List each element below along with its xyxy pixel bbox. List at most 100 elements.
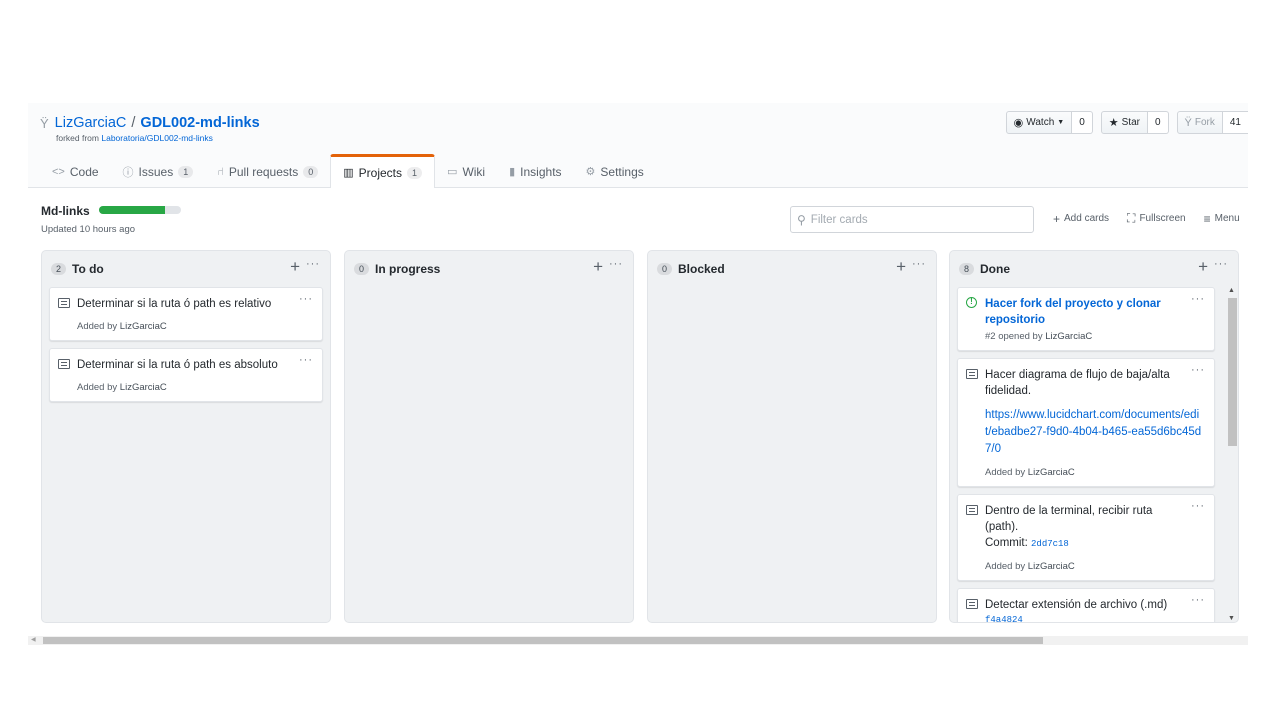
menu-button[interactable]: ≡ Menu [1204, 211, 1240, 226]
triangle-down-icon: ▼ [1057, 119, 1065, 126]
tab-projects-count: 1 [407, 166, 423, 179]
board-scrollbar-thumb[interactable] [43, 637, 1043, 644]
repo-header: Ÿ LizGarciaC / GDL002-md-links forked fr… [28, 103, 1248, 188]
card-author-link[interactable]: LizGarciaC [120, 382, 167, 393]
repository-page: Ÿ LizGarciaC / GDL002-md-links forked fr… [28, 103, 1248, 645]
fork-count[interactable]: 41 [1222, 111, 1248, 134]
card-author-link[interactable]: LizGarciaC [1028, 467, 1075, 478]
card-note-text: Determinar si la ruta ó path es absoluto [77, 359, 278, 371]
fullscreen-button[interactable]: ⛶ Fullscreen [1127, 211, 1186, 226]
add-card-plus-icon[interactable]: + [593, 257, 603, 277]
column-scrollbar[interactable]: ▲ ▼ [1226, 287, 1238, 622]
tab-pull-requests-label: Pull requests [228, 164, 299, 179]
forked-from-label: forked from [56, 133, 99, 143]
fork-label: Fork [1194, 117, 1215, 128]
column-menu-kebab-icon[interactable]: ··· [609, 258, 623, 270]
card-author-link[interactable]: LizGarciaC [120, 321, 167, 332]
card-note-link[interactable]: https://www.lucidchart.com/documents/edi… [985, 407, 1204, 458]
tab-wiki[interactable]: ▭ Wiki [435, 155, 497, 188]
add-card-plus-icon[interactable]: + [896, 257, 906, 277]
scroll-down-arrow-icon[interactable]: ▼ [1228, 615, 1235, 622]
filter-cards-input[interactable] [810, 213, 1011, 226]
card-menu-kebab-icon[interactable]: ··· [1191, 500, 1205, 512]
column-scrollbar-thumb[interactable] [1228, 298, 1237, 446]
tab-code[interactable]: <> Code [40, 155, 111, 188]
filter-cards-box: ⚲ [790, 206, 1034, 233]
tab-pull-requests[interactable]: ⑁ Pull requests 0 [205, 155, 330, 188]
card-author-link[interactable]: LizGarciaC [1045, 331, 1092, 342]
star-button[interactable]: ★ Star [1100, 111, 1148, 134]
project-card-issue[interactable]: ! ··· Hacer fork del proyecto y clonar r… [957, 287, 1215, 351]
column-card-count: 2 [51, 263, 67, 275]
card-menu-kebab-icon[interactable]: ··· [1191, 364, 1205, 376]
board-horizontal-scrollbar[interactable]: ◀ [28, 636, 1248, 645]
note-icon [966, 505, 978, 515]
project-card[interactable]: ··· Determinar si la ruta ó path es rela… [49, 287, 323, 341]
card-commit-label: Commit: [985, 537, 1028, 549]
column-title[interactable]: Done [980, 262, 1010, 276]
card-menu-kebab-icon[interactable]: ··· [299, 354, 313, 366]
tab-settings[interactable]: ⚙ Settings [574, 155, 656, 188]
tab-insights[interactable]: ▮ Insights [497, 155, 573, 188]
scroll-up-arrow-icon[interactable]: ▲ [1228, 287, 1235, 294]
column-menu-kebab-icon[interactable]: ··· [306, 258, 320, 270]
watch-count[interactable]: 0 [1072, 111, 1093, 134]
fork-button[interactable]: Ÿ Fork [1176, 111, 1223, 134]
column-title[interactable]: To do [72, 262, 104, 276]
card-issue-opened-label: #2 opened by [985, 331, 1043, 342]
column-blocked: 0 Blocked + ··· [647, 250, 937, 623]
card-commit-sha-link[interactable]: 2dd7c18 [1031, 539, 1069, 549]
note-icon [58, 298, 70, 308]
column-menu-kebab-icon[interactable]: ··· [912, 258, 926, 270]
project-card[interactable]: ··· Dentro de la terminal, recibir ruta … [957, 494, 1215, 581]
project-card[interactable]: ··· Determinar si la ruta ó path es abso… [49, 348, 323, 402]
repo-name-link[interactable]: GDL002-md-links [140, 115, 259, 131]
project-card[interactable]: ··· Hacer diagrama de flujo de baja/alta… [957, 358, 1215, 487]
card-menu-kebab-icon[interactable]: ··· [1191, 594, 1205, 606]
project-toolbar: + Add cards ⛶ Fullscreen ≡ Menu [1053, 211, 1240, 226]
add-card-plus-icon[interactable]: + [1198, 257, 1208, 277]
column-title[interactable]: Blocked [678, 262, 725, 276]
repo-owner-link[interactable]: LizGarciaC [55, 115, 127, 131]
card-menu-kebab-icon[interactable]: ··· [1191, 293, 1205, 305]
card-issue-title-link[interactable]: Hacer fork del proyecto y clonar reposit… [985, 296, 1204, 328]
tab-pull-requests-count: 0 [303, 165, 319, 178]
tab-issues[interactable]: ⓘ Issues 1 [111, 155, 206, 188]
project-name[interactable]: Md-links [41, 204, 90, 218]
column-cards: ! ··· Hacer fork del proyecto y clonar r… [957, 287, 1215, 622]
add-card-plus-icon[interactable]: + [290, 257, 300, 277]
repo-title: Ÿ LizGarciaC / GDL002-md-links [40, 115, 260, 131]
column-header: 2 To do + ··· [42, 251, 330, 285]
code-icon: <> [52, 165, 65, 178]
star-count[interactable]: 0 [1147, 111, 1169, 134]
tab-projects[interactable]: ▥ Projects 1 [330, 154, 436, 188]
graph-icon: ▮ [509, 166, 516, 178]
project-progress-bar [99, 206, 181, 214]
project-progress-fill [99, 206, 165, 214]
repo-actions: ◉ Watch ▼ 0 ★ Star 0 Ÿ Fork 41 [1005, 111, 1248, 134]
forked-source-link[interactable]: Laboratoria/GDL002-md-links [101, 133, 213, 143]
card-added-by: Added by LizGarciaC [77, 321, 312, 332]
project-card[interactable]: ··· Detectar extensión de archivo (.md) … [957, 588, 1215, 622]
column-title[interactable]: In progress [375, 262, 440, 276]
star-icon: ★ [1108, 117, 1119, 129]
scroll-left-arrow-icon[interactable]: ◀ [31, 636, 36, 645]
card-issue-meta: #2 opened by LizGarciaC [985, 331, 1204, 342]
screen-full-icon: ⛶ [1127, 211, 1136, 225]
tab-issues-label: Issues [138, 164, 174, 179]
note-icon [966, 599, 978, 609]
tab-settings-label: Settings [600, 164, 644, 179]
card-added-by-label: Added by [77, 321, 118, 332]
column-menu-kebab-icon[interactable]: ··· [1214, 258, 1228, 270]
card-author-link[interactable]: LizGarciaC [1028, 561, 1075, 572]
star-label: Star [1121, 117, 1140, 128]
star-control: ★ Star 0 [1100, 111, 1169, 134]
column-header: 0 In progress + ··· [345, 251, 633, 285]
watch-button[interactable]: ◉ Watch ▼ [1005, 111, 1073, 134]
repo-forked-icon: Ÿ [40, 115, 49, 131]
card-menu-kebab-icon[interactable]: ··· [299, 293, 313, 305]
repo-forked-icon: Ÿ [1184, 116, 1192, 129]
add-cards-button[interactable]: + Add cards [1053, 211, 1109, 226]
card-commit-sha-link[interactable]: f4a4824 [985, 615, 1204, 622]
repo-title-separator: / [131, 115, 136, 131]
